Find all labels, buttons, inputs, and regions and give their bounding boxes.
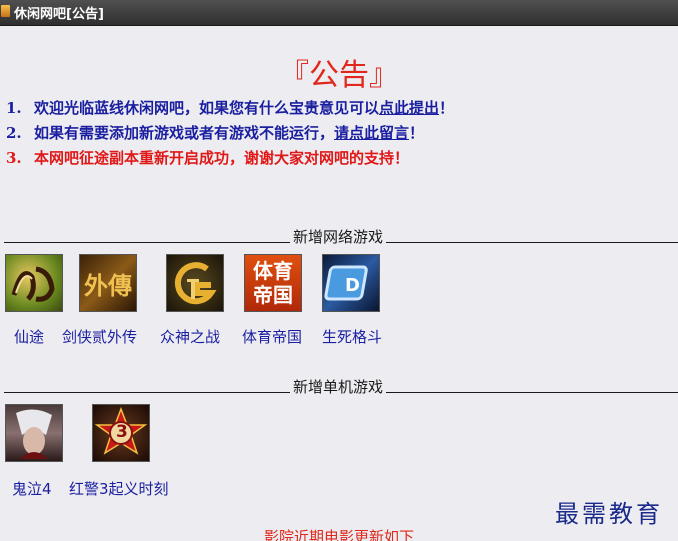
xiantu-art xyxy=(11,266,55,302)
game-label[interactable]: 剑侠贰外传 xyxy=(62,326,137,347)
game-label[interactable]: 生死格斗 xyxy=(322,326,382,347)
online-games-title: 新增网络游戏 xyxy=(290,226,387,247)
svg-text:D: D xyxy=(345,275,360,296)
jianxia-glyph: 外傳 xyxy=(84,270,132,300)
cinema-update-heading: 影院近期电影更新如下 xyxy=(264,528,415,541)
notice-item: 3. 本网吧征途副本重新开启成功，谢谢大家对网吧的支持！ xyxy=(6,147,666,172)
notice-end: ！ xyxy=(409,124,425,142)
single-games-divider: 新增单机游戏 xyxy=(4,376,678,397)
game-label[interactable]: 体育帝国 xyxy=(242,326,302,347)
game-label[interactable]: 红警3起义时刻 xyxy=(69,478,169,499)
tiyu-icon[interactable]: 体育 帝国 xyxy=(244,254,302,312)
xiantu-icon[interactable] xyxy=(5,254,63,312)
message-link[interactable]: 请点此留言 xyxy=(334,124,409,142)
notice-text: 欢迎光临蓝线休闲网吧，如果您有什么宝贵意见可以 xyxy=(34,99,380,117)
notice-item: 1. 欢迎光临蓝线休闲网吧，如果您有什么宝贵意见可以点此提出！ xyxy=(6,97,666,122)
red-alert-glyph: 3 xyxy=(116,422,128,442)
notice-text: 本网吧征途副本重新开启成功，谢谢大家对网吧的支持！ xyxy=(34,149,410,167)
red-alert-icon[interactable]: 3 xyxy=(92,404,150,462)
page-title: 『公告』 xyxy=(279,58,399,93)
window-titlebar: 休闲网吧[公告] xyxy=(0,0,678,26)
watermark-logo: 最需教育 xyxy=(555,500,663,528)
notice-end: ！ xyxy=(439,99,455,117)
notice-item: 2. 如果有需要添加新游戏或者有游戏不能运行，请点此留言！ xyxy=(6,122,666,147)
shengsi-art: D xyxy=(324,265,368,301)
notice-text: 如果有需要添加新游戏或者有游戏不能运行， xyxy=(34,124,335,142)
notice-number: 3. xyxy=(6,149,22,167)
app-icon xyxy=(1,5,10,17)
zhongshen-icon[interactable] xyxy=(166,254,224,312)
notice-number: 1. xyxy=(6,99,22,117)
tiyu-glyph-top: 体育 xyxy=(253,259,293,283)
window-title: 休闲网吧[公告] xyxy=(14,7,104,22)
game-label[interactable]: 仙途 xyxy=(14,326,44,347)
game-label[interactable]: 众神之战 xyxy=(160,326,220,347)
notice-list: 1. 欢迎光临蓝线休闲网吧，如果您有什么宝贵意见可以点此提出！ 2. 如果有需要添加… xyxy=(6,97,666,172)
devil-may-cry-icon[interactable] xyxy=(5,404,63,462)
feedback-link[interactable]: 点此提出 xyxy=(379,99,439,117)
shengsi-icon[interactable]: D xyxy=(322,254,380,312)
single-games-title: 新增单机游戏 xyxy=(290,376,387,397)
devil-may-cry-art xyxy=(16,409,52,459)
jianxia-icon[interactable]: 外傳 xyxy=(79,254,137,312)
game-label[interactable]: 鬼泣4 xyxy=(12,478,52,499)
tiyu-glyph-bottom: 帝国 xyxy=(253,283,293,307)
notice-number: 2. xyxy=(6,124,22,142)
online-games-divider: 新增网络游戏 xyxy=(4,226,678,247)
zhongshen-art xyxy=(174,262,217,305)
